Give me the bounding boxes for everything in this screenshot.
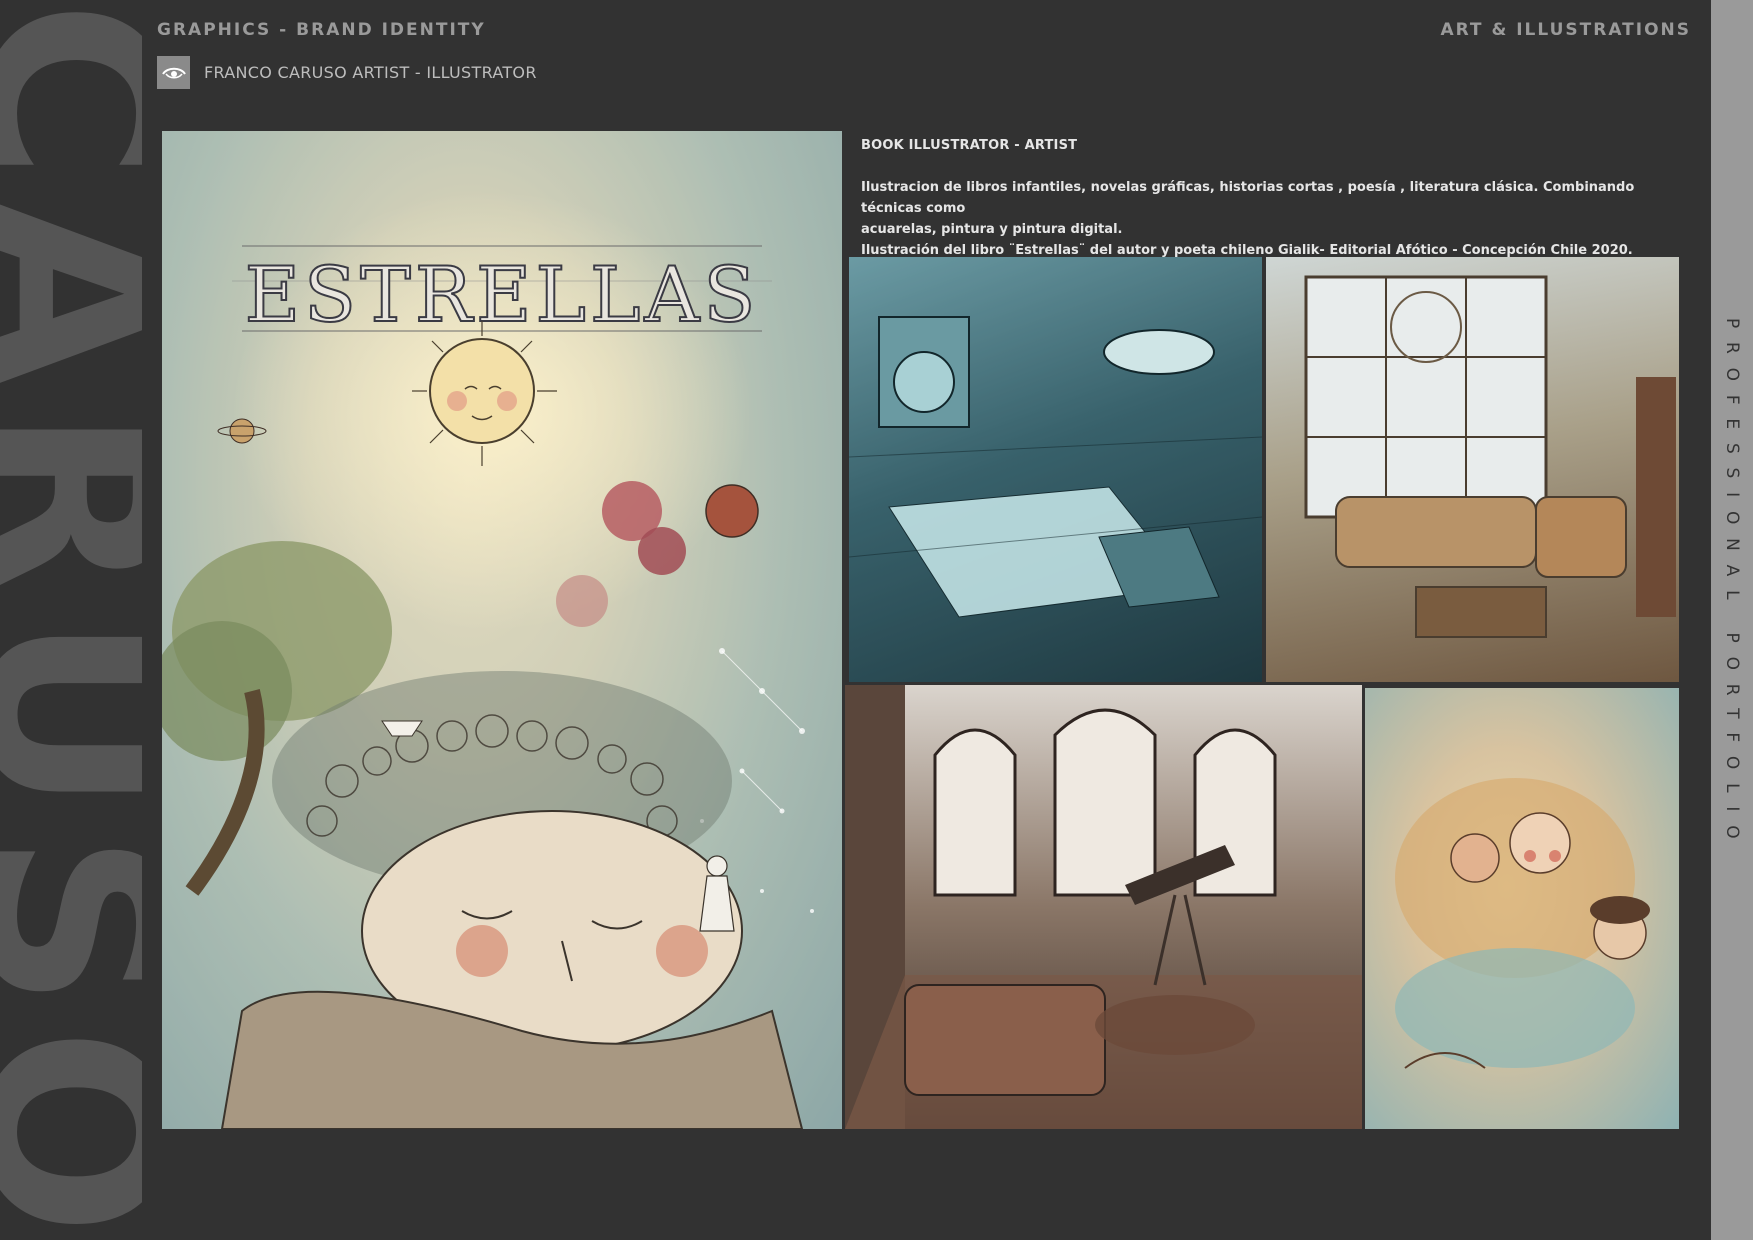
thumbnail-living-room xyxy=(1266,257,1679,682)
thumbnail-observatory xyxy=(845,685,1362,1129)
description-block: BOOK ILLUSTRATOR - ARTIST Ilustracion de… xyxy=(861,138,1681,261)
estrellas-cover-illustration: ESTRELLAS xyxy=(162,131,842,1129)
brand-name: FRANCO CARUSO ARTIST - ILLUSTRATOR xyxy=(204,63,537,82)
description-line: Ilustracion de libros infantiles, novela… xyxy=(861,180,1635,216)
thumbnail-sea-characters xyxy=(1365,688,1679,1129)
eye-icon xyxy=(157,56,190,89)
brand: FRANCO CARUSO ARTIST - ILLUSTRATOR xyxy=(157,56,537,89)
portfolio-strip: PROFESSIONAL PORTFOLIO xyxy=(1711,0,1753,1240)
cover-title: ESTRELLAS xyxy=(245,250,760,339)
description-line: acuarelas, pintura y pintura digital. xyxy=(861,222,1123,237)
description-title: BOOK ILLUSTRATOR - ARTIST xyxy=(861,138,1078,153)
section-tag: GRAPHICS - BRAND IDENTITY xyxy=(157,20,486,40)
portfolio-page: CARUSO GRAPHICS - BRAND IDENTITY ART & I… xyxy=(0,0,1753,1240)
side-name-panel: CARUSO xyxy=(0,0,142,1240)
thumbnail-laundry-room xyxy=(849,257,1262,682)
side-name-text: CARUSO xyxy=(0,0,142,1240)
category-tag: ART & ILLUSTRATIONS xyxy=(1440,20,1691,40)
portfolio-label: PROFESSIONAL PORTFOLIO xyxy=(1722,318,1742,853)
